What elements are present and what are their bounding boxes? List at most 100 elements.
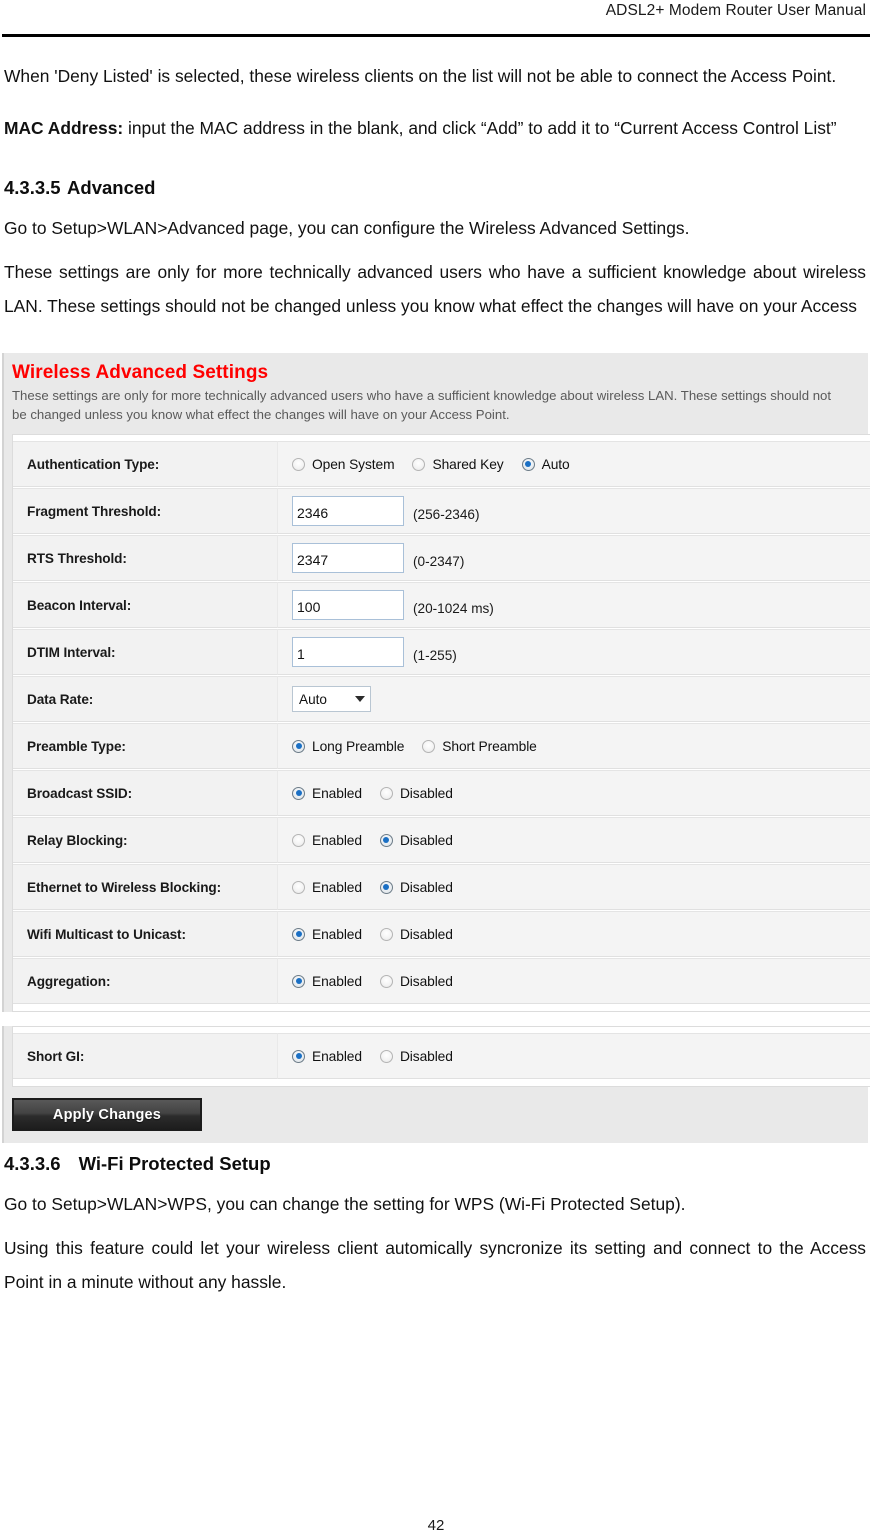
data-rate-select[interactable]: Auto — [292, 686, 371, 712]
radio-option-relay-blocking-enabled[interactable]: Enabled — [292, 833, 362, 848]
embedded-router-screenshot: Wireless Advanced Settings These setting… — [2, 353, 870, 1143]
radio-option-relay-blocking-disabled[interactable]: Disabled — [379, 833, 453, 848]
radio-icon[interactable] — [422, 739, 436, 753]
radio-label: Disabled — [399, 785, 453, 801]
radio-icon[interactable] — [379, 974, 393, 988]
radio-label: Auto — [541, 456, 570, 472]
radio-icon[interactable] — [292, 833, 305, 847]
radio-label: Disabled — [399, 879, 453, 895]
table-row: Aggregation: Enabled Disabled — [13, 958, 870, 1005]
row-label: Short GI: — [13, 1033, 277, 1079]
radio-option-wifi-multicast-disabled[interactable]: Disabled — [379, 926, 453, 942]
radio-option-broadcast-ssid-disabled[interactable]: Disabled — [379, 785, 453, 801]
apply-changes-button[interactable]: Apply Changes — [12, 1098, 202, 1131]
fragment-threshold-input[interactable]: 2346 — [292, 496, 404, 526]
heading-number: 4.3.3.5 — [4, 177, 61, 198]
row-value: 2346 (256-2346) — [277, 488, 870, 534]
radio-label: Disabled — [399, 926, 453, 942]
chevron-down-icon[interactable] — [355, 696, 365, 702]
radio-icon[interactable] — [292, 880, 305, 894]
row-label: Beacon Interval: — [13, 582, 277, 628]
radio-option-short-gi-disabled[interactable]: Disabled — [379, 1048, 453, 1064]
radio-option-aggregation-enabled[interactable]: Enabled — [292, 974, 362, 989]
row-value: Enabled Disabled — [277, 817, 870, 863]
paragraph-goto-advanced: Go to Setup>WLAN>Advanced page, you can … — [4, 218, 690, 238]
radio-option-short-gi-enabled[interactable]: Enabled — [292, 1049, 362, 1064]
radio-option-broadcast-ssid-enabled[interactable]: Enabled — [292, 786, 362, 801]
radio-icon-selected[interactable] — [292, 739, 305, 753]
radio-icon[interactable] — [292, 457, 305, 471]
range-hint: (1-255) — [413, 648, 457, 663]
row-value: Open System Shared Key Auto — [277, 441, 870, 487]
paragraph-advanced-note: These settings are only for more technic… — [4, 262, 866, 316]
radio-option-eth-wireless-blocking-enabled[interactable]: Enabled — [292, 880, 362, 895]
row-label: Authentication Type: — [13, 441, 277, 487]
screenshot-stitch-seam — [2, 1012, 868, 1026]
row-value: Auto — [277, 676, 870, 722]
radio-option-open-system[interactable]: Open System — [292, 456, 395, 472]
range-hint: (20-1024 ms) — [413, 601, 494, 616]
radio-icon-selected[interactable] — [292, 927, 305, 941]
radio-icon-selected[interactable] — [379, 833, 393, 847]
radio-option-auto[interactable]: Auto — [521, 456, 570, 472]
row-value: 2347 (0-2347) — [277, 535, 870, 581]
rts-threshold-input[interactable]: 2347 — [292, 543, 404, 573]
row-label: Aggregation: — [13, 958, 277, 1004]
wireless-advanced-panel-continued: Short GI: Enabled Disabled — [2, 1026, 870, 1087]
radio-option-shared-key[interactable]: Shared Key — [412, 457, 504, 472]
radio-icon[interactable] — [379, 1049, 393, 1063]
radio-icon[interactable] — [379, 786, 393, 800]
panel-title: Wireless Advanced Settings — [12, 362, 269, 383]
radio-icon[interactable] — [412, 457, 426, 471]
row-value: 1 (1-255) — [277, 629, 870, 675]
manual-title: ADSL2+ Modem Router User Manual — [605, 2, 866, 19]
table-row: Beacon Interval: 100 (20-1024 ms) — [13, 582, 870, 629]
table-row: DTIM Interval: 1 (1-255) — [13, 629, 870, 676]
radio-option-short-preamble[interactable]: Short Preamble — [422, 739, 537, 754]
radio-label: Disabled — [399, 973, 453, 989]
radio-label: Enabled — [312, 785, 362, 801]
table-row: Ethernet to Wireless Blocking: Enabled D… — [13, 864, 870, 911]
heading-text: Advanced — [67, 177, 156, 198]
radio-icon-selected[interactable] — [521, 457, 535, 471]
dtim-interval-input[interactable]: 1 — [292, 637, 404, 667]
radio-icon-selected[interactable] — [292, 1049, 305, 1063]
radio-option-wifi-multicast-enabled[interactable]: Enabled — [292, 927, 362, 942]
row-value: Enabled Disabled — [277, 911, 870, 957]
radio-option-long-preamble[interactable]: Long Preamble — [292, 739, 404, 754]
table-row: Preamble Type: Long Preamble Short Pream… — [13, 723, 870, 770]
radio-label: Enabled — [312, 926, 362, 942]
range-hint: (256-2346) — [413, 507, 480, 522]
beacon-interval-input[interactable]: 100 — [292, 590, 404, 620]
panel-description: These settings are only for more technic… — [12, 388, 832, 422]
radio-label: Long Preamble — [312, 738, 405, 754]
paragraph-wps-note: Using this feature could let your wirele… — [4, 1238, 866, 1292]
paragraph-mac-address: MAC Address: input the MAC address in th… — [4, 111, 866, 145]
radio-icon[interactable] — [379, 927, 393, 941]
document-body-continued: 4.3.3.6 Wi-Fi Protected Setup Go to Setup… — [0, 1151, 872, 1299]
row-label: Relay Blocking: — [13, 817, 277, 863]
settings-table: Authentication Type: Open System Shared … — [12, 434, 870, 1012]
table-row: Data Rate: Auto — [13, 676, 870, 723]
radio-icon-selected[interactable] — [379, 880, 393, 894]
row-label: RTS Threshold: — [13, 535, 277, 581]
radio-label: Enabled — [312, 973, 362, 989]
input-group: 100 (20-1024 ms) — [292, 590, 494, 620]
table-row: RTS Threshold: 2347 (0-2347) — [13, 535, 870, 582]
panel-footer: Apply Changes — [2, 1087, 868, 1143]
radio-label: Open System — [312, 456, 395, 472]
radio-option-eth-wireless-blocking-disabled[interactable]: Disabled — [379, 879, 453, 895]
row-label: Ethernet to Wireless Blocking: — [13, 864, 277, 910]
row-label: Broadcast SSID: — [13, 770, 277, 816]
row-value: Enabled Disabled — [277, 770, 870, 816]
radio-icon-selected[interactable] — [292, 786, 305, 800]
range-hint: (0-2347) — [413, 554, 465, 569]
radio-option-aggregation-disabled[interactable]: Disabled — [379, 973, 453, 989]
row-label: DTIM Interval: — [13, 629, 277, 675]
radio-icon-selected[interactable] — [292, 974, 305, 988]
row-value: Enabled Disabled — [277, 958, 870, 1004]
radio-label: Enabled — [312, 832, 362, 848]
radio-label: Disabled — [399, 1048, 453, 1064]
radio-label: Enabled — [312, 879, 362, 895]
paragraph-deny-listed: When 'Deny Listed' is selected, these wi… — [4, 66, 837, 86]
